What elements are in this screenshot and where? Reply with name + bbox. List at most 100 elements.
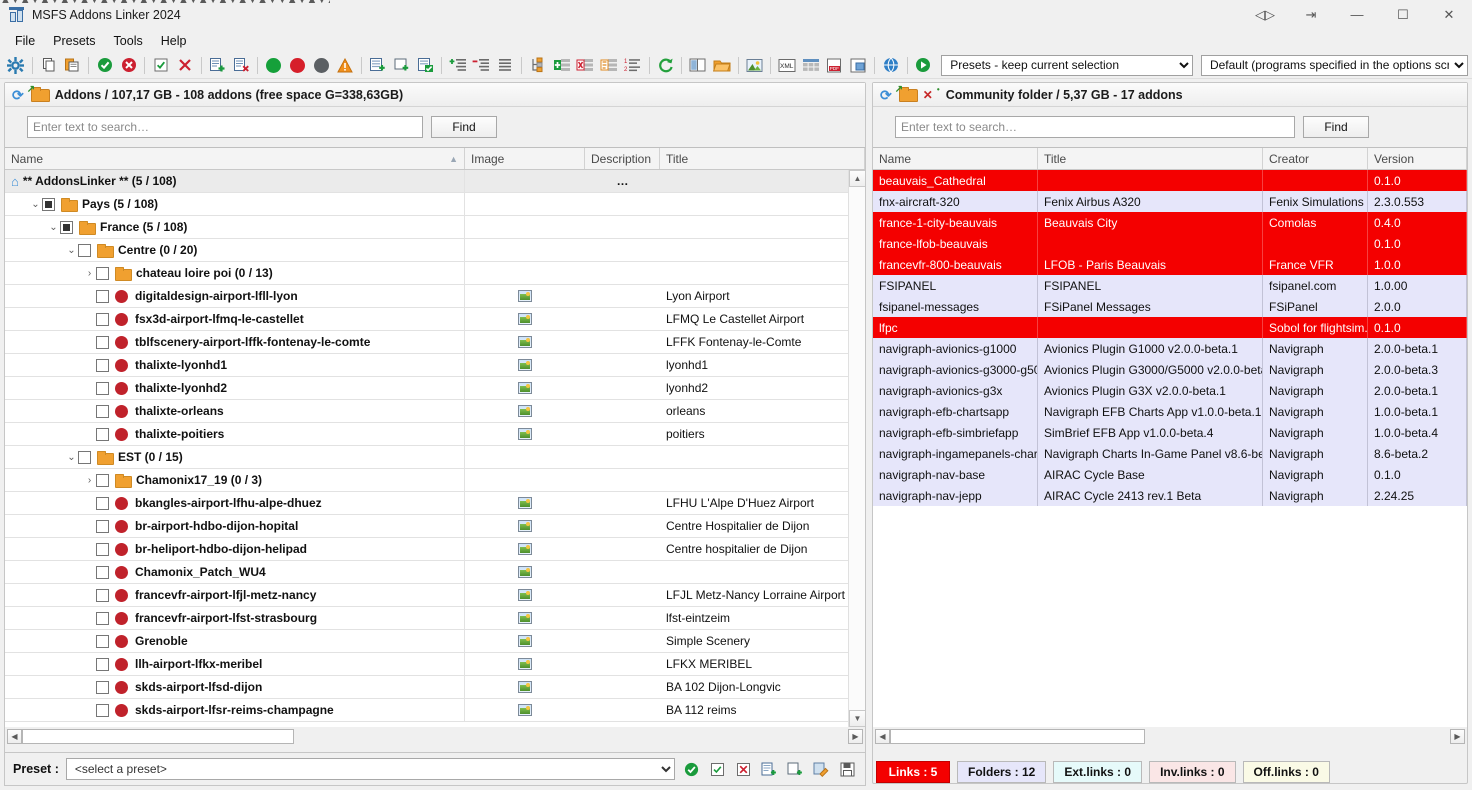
tree-row[interactable]: skds-airport-lfsr-reims-champagne BA 112 …	[5, 699, 865, 722]
column-header-description[interactable]: Description	[585, 148, 660, 169]
tree-row[interactable]: francevfr-airport-lfst-strasbourg lfst-ei…	[5, 607, 865, 630]
tree-row-name-cell[interactable]: francevfr-airport-lfjl-metz-nancy	[5, 584, 465, 606]
add-preset-icon[interactable]	[760, 760, 779, 779]
table-row[interactable]: france-lfob-beauvais 0.1.0	[873, 233, 1467, 254]
tree-row[interactable]: ⌄ France (5 / 108)	[5, 216, 865, 239]
tree-row[interactable]: › Chamonix17_19 (0 / 3)	[5, 469, 865, 492]
table-row[interactable]: beauvais_Cathedral 0.1.0	[873, 170, 1467, 191]
community-horizontal-scrollbar[interactable]: ◀ ▶	[873, 727, 1467, 746]
status-badge[interactable]: Ext.links : 0	[1053, 761, 1143, 783]
scroll-left-icon[interactable]: ◀	[875, 729, 890, 744]
find-button[interactable]: Find	[431, 116, 497, 138]
preset-select[interactable]: <select a preset>	[65, 758, 675, 780]
menu-file[interactable]: File	[6, 32, 44, 50]
apply-preset-icon[interactable]	[682, 760, 701, 779]
tree-row-name-cell[interactable]: tblfscenery-airport-lffk-fontenay-le-com…	[5, 331, 465, 353]
tree-row[interactable]: fsx3d-airport-lfmq-le-castellet LFMQ Le C…	[5, 308, 865, 331]
tree-row[interactable]: › chateau loire poi (0 / 13)	[5, 262, 865, 285]
row-checkbox[interactable]	[96, 542, 109, 556]
tree-row-name-cell[interactable]: skds-airport-lfsr-reims-champagne	[5, 699, 465, 721]
table-row[interactable]: fnx-aircraft-320 Fenix Airbus A320 Fenix S…	[873, 191, 1467, 212]
column-header-name[interactable]: Name	[873, 148, 1038, 169]
row-checkbox[interactable]	[96, 657, 109, 671]
new-document-icon[interactable]	[366, 54, 390, 77]
table-row[interactable]: france-1-city-beauvais Beauvais City Comol…	[873, 212, 1467, 233]
collapse-chevron-icon[interactable]: ⌄	[29, 199, 42, 210]
tree-row-name-cell[interactable]: › Chamonix17_19 (0 / 3)	[5, 469, 465, 491]
tree-view-icon[interactable]	[493, 54, 517, 77]
tree-row[interactable]: ⌄ Pays (5 / 108)	[5, 193, 865, 216]
run-play-icon[interactable]	[912, 54, 936, 77]
row-checkbox[interactable]	[96, 519, 109, 533]
row-checkbox[interactable]	[96, 427, 109, 441]
minimize-button[interactable]: —	[1334, 0, 1380, 30]
validate-document-icon[interactable]	[413, 54, 437, 77]
menu-tools[interactable]: Tools	[105, 32, 152, 50]
collapse-chevron-icon[interactable]: ⌄	[47, 222, 60, 233]
tree-row[interactable]: ⌄ EST (0 / 15)	[5, 446, 865, 469]
tree-row-name-cell[interactable]: br-airport-hdbo-dijon-hopital	[5, 515, 465, 537]
tree-row[interactable]: Grenoble Simple Scenery	[5, 630, 865, 653]
row-checkbox[interactable]	[78, 243, 91, 257]
row-checkbox[interactable]	[96, 634, 109, 648]
tree-row-name-cell[interactable]: fsx3d-airport-lfmq-le-castellet	[5, 308, 465, 330]
column-header-version[interactable]: Version	[1368, 148, 1467, 169]
tree-row[interactable]: ⌂ ** AddonsLinker ** (5 / 108)…	[5, 170, 865, 193]
tree-row-name-cell[interactable]: Chamonix_Patch_WU4	[5, 561, 465, 583]
scroll-up-icon[interactable]: ▲	[849, 170, 865, 187]
addons-horizontal-scrollbar[interactable]: ◀ ▶	[5, 727, 865, 746]
remove-link-icon[interactable]	[229, 54, 253, 77]
tree-row-name-cell[interactable]: thalixte-orleans	[5, 400, 465, 422]
tree-row[interactable]: bkangles-airport-lfhu-alpe-dhuez LFHU L'A…	[5, 492, 865, 515]
row-checkbox[interactable]	[96, 335, 109, 349]
scroll-right-icon[interactable]: ▶	[1450, 729, 1465, 744]
collapse-chevron-icon[interactable]: ⌄	[65, 452, 78, 463]
tree-row[interactable]: br-airport-hdbo-dijon-hopital Centre Hosp…	[5, 515, 865, 538]
image-preview-icon[interactable]	[742, 54, 766, 77]
hscroll-thumb[interactable]	[890, 729, 1145, 744]
column-header-title[interactable]: Title	[660, 148, 865, 169]
status-grey-icon[interactable]	[310, 54, 334, 77]
tree-row-name-cell[interactable]: br-heliport-hdbo-dijon-helipad	[5, 538, 465, 560]
column-header-name[interactable]: Name ▲	[5, 148, 465, 169]
detach-window-icon[interactable]: ⇥	[1288, 0, 1334, 30]
tree-row-name-cell[interactable]: llh-airport-lfkx-meribel	[5, 653, 465, 675]
expand-chevron-icon[interactable]: ›	[83, 475, 96, 486]
save-preset-icon[interactable]	[838, 760, 857, 779]
new-folder-icon[interactable]	[390, 54, 414, 77]
table-row[interactable]: navigraph-avionics-g3x Avionics Plugin G3…	[873, 380, 1467, 401]
status-red-icon[interactable]	[286, 54, 310, 77]
tree-row-name-cell[interactable]: › chateau loire poi (0 / 13)	[5, 262, 465, 284]
preset-mode-select[interactable]: Presets - keep current selection	[941, 54, 1193, 76]
close-button[interactable]: ✕	[1426, 0, 1472, 30]
row-checkbox[interactable]	[96, 703, 109, 717]
tree-row-name-cell[interactable]: thalixte-lyonhd2	[5, 377, 465, 399]
check-preset-icon[interactable]	[708, 760, 727, 779]
table-row[interactable]: fsipanel-messages FSiPanel Messages FSiPan…	[873, 296, 1467, 317]
status-badge[interactable]: Off.links : 0	[1242, 761, 1330, 783]
edit-preset-icon[interactable]	[812, 760, 831, 779]
tree-row-name-cell[interactable]: ⌂ ** AddonsLinker ** (5 / 108)	[5, 170, 465, 192]
find-button[interactable]: Find	[1303, 116, 1369, 138]
row-checkbox[interactable]	[78, 450, 91, 464]
table-row[interactable]: lfpc Sobol for flightsim.to 0.1.0	[873, 317, 1467, 338]
tree-row-name-cell[interactable]: Grenoble	[5, 630, 465, 652]
tree-row-name-cell[interactable]: ⌄ Pays (5 / 108)	[5, 193, 465, 215]
tree-row[interactable]: Chamonix_Patch_WU4	[5, 561, 865, 584]
row-checkbox[interactable]	[96, 381, 109, 395]
tree-row[interactable]: thalixte-lyonhd1 lyonhd1	[5, 354, 865, 377]
new-preset-folder-icon[interactable]	[786, 760, 805, 779]
tree-row[interactable]: digitaldesign-airport-lfll-lyon Lyon Airp…	[5, 285, 865, 308]
delete-preset-icon[interactable]	[734, 760, 753, 779]
export-excel-add-icon[interactable]	[550, 54, 574, 77]
row-checkbox[interactable]	[96, 565, 109, 579]
tree-row[interactable]: tblfscenery-airport-lffk-fontenay-le-com…	[5, 331, 865, 354]
tree-row[interactable]: francevfr-airport-lfjl-metz-nancy LFJL Me…	[5, 584, 865, 607]
restore-panel-icon[interactable]: ◁▷	[1242, 0, 1288, 30]
status-warning-icon[interactable]	[333, 54, 357, 77]
tree-row[interactable]: skds-airport-lfsd-dijon BA 102 Dijon-Long…	[5, 676, 865, 699]
hscroll-thumb[interactable]	[22, 729, 294, 744]
add-link-icon[interactable]	[206, 54, 230, 77]
table-row[interactable]: navigraph-avionics-g1000 Avionics Plugin …	[873, 338, 1467, 359]
row-checkbox[interactable]	[96, 611, 109, 625]
